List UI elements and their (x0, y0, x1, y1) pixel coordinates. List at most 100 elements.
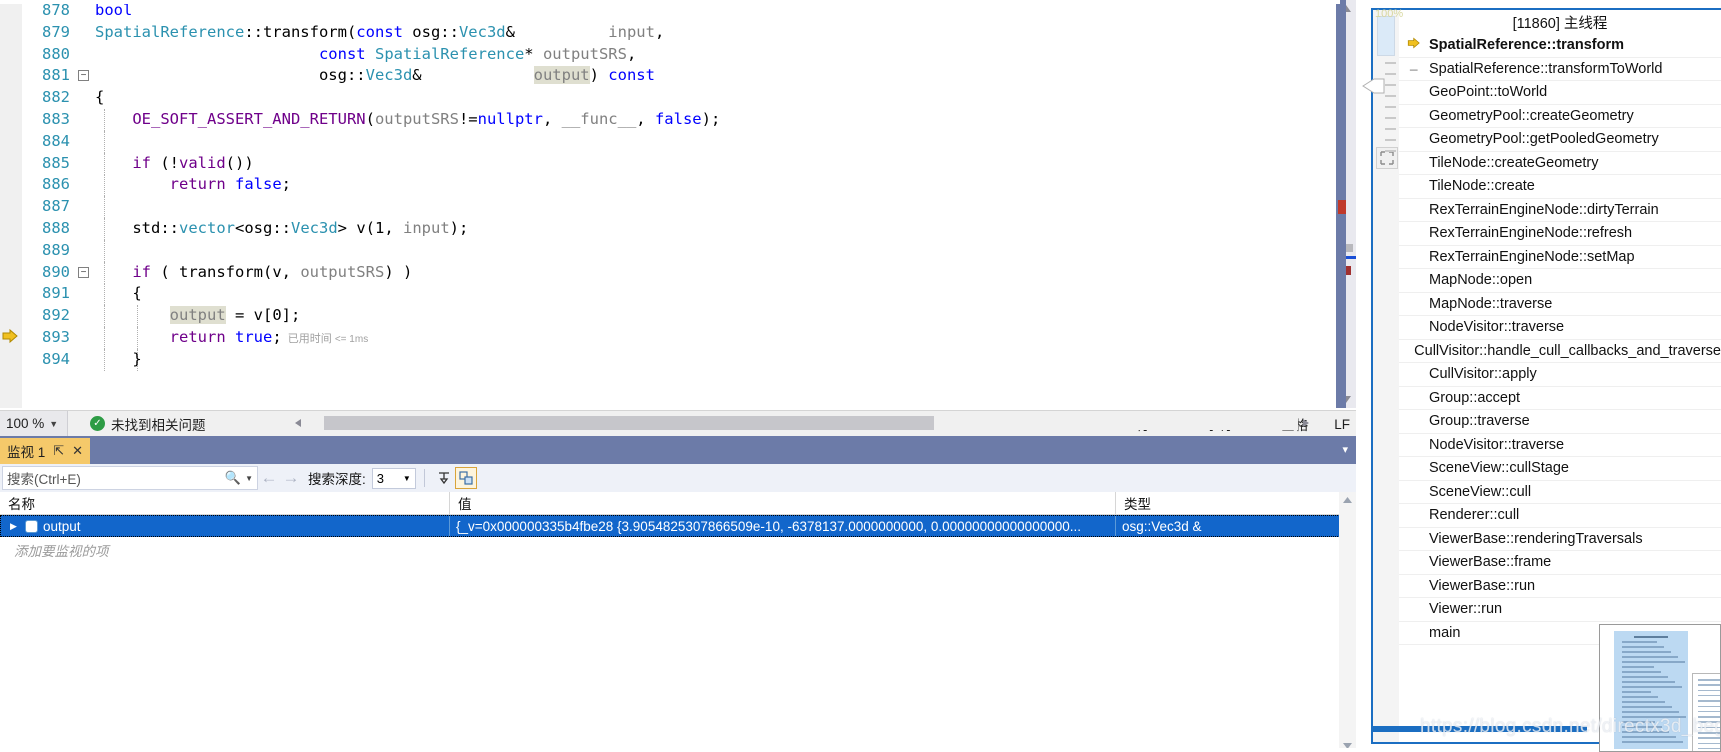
call-stack-frame[interactable]: ViewerBase::frame (1399, 551, 1721, 575)
call-stack-frame-label: MapNode::open (1429, 272, 1533, 289)
close-icon[interactable]: ✕ (72, 443, 83, 459)
column-header-name[interactable]: 名称 (0, 492, 450, 514)
call-stack-frame-label: SceneView::cullStage (1429, 460, 1569, 477)
code-token: , (654, 22, 665, 41)
code-line[interactable]: 882 { (0, 87, 1318, 109)
call-stack-frame[interactable]: NodeVisitor::traverse (1399, 316, 1721, 340)
call-stack-frame[interactable]: CullVisitor::apply (1399, 363, 1721, 387)
preview-text-line (1698, 700, 1720, 702)
chevron-down-icon[interactable]: ▾ (1342, 443, 1348, 456)
call-stack-frame-label: NodeVisitor::traverse (1429, 436, 1565, 453)
call-stack-frame[interactable]: MapNode::open (1399, 269, 1721, 293)
call-stack-frame[interactable]: Group::accept (1399, 387, 1721, 410)
zoom-level-selector[interactable]: 100 % ▼ (0, 411, 68, 436)
code-line[interactable]: 885 if (!valid()) (0, 152, 1318, 175)
add-watch-item-row[interactable]: 添加要监视的项 (0, 537, 1356, 560)
scroll-right-arrow-icon[interactable] (1298, 415, 1314, 431)
call-stack-frame[interactable]: SpatialReference::transformToWorld (1399, 58, 1721, 81)
call-stack-frame[interactable]: RexTerrainEngineNode::setMap (1399, 246, 1721, 269)
code-token: output (169, 306, 226, 325)
call-stack-frame[interactable]: GeometryPool::createGeometry (1399, 105, 1721, 128)
call-stack-frame[interactable]: NodeVisitor::traverse (1399, 434, 1721, 457)
call-stack-frame-label: ViewerBase::renderingTraversals (1429, 530, 1643, 547)
code-line-text: return true; 已用时间 <= 1ms (95, 327, 369, 351)
code-token: ) ) (384, 262, 413, 281)
code-line[interactable]: 894 } (0, 348, 1318, 371)
code-token: ; (281, 175, 292, 194)
rail-tick (1385, 95, 1396, 97)
call-stack-frame[interactable]: Group::traverse (1399, 410, 1721, 434)
code-editor-pane[interactable]: 878 bool 879 SpatialReference::transform(co… (0, 0, 1356, 410)
code-line[interactable]: 891 { (0, 283, 1318, 306)
fold-toggle-icon[interactable]: − (78, 266, 89, 278)
chevron-down-icon[interactable]: ▼ (245, 474, 253, 483)
code-line[interactable]: 881− osg::Vec3d& output) const (0, 65, 1318, 87)
search-depth-select[interactable]: 3 ▼ (371, 467, 416, 489)
call-stack-frame[interactable]: MapNode::traverse (1399, 293, 1721, 316)
code-line[interactable]: 892 output = v[0]; (0, 305, 1318, 328)
column-header-type[interactable]: 类型 (1116, 492, 1334, 514)
call-stack-frame[interactable]: ViewerBase::renderingTraversals (1399, 528, 1721, 551)
code-line[interactable]: 890− if ( transform(v, outputSRS) ) (0, 261, 1318, 284)
problems-status[interactable]: ✓ 未找到相关问题 (90, 414, 206, 434)
column-header-value[interactable]: 值 (450, 492, 1116, 514)
filter-pin-icon[interactable] (433, 467, 455, 489)
rail-thumbnail[interactable] (1377, 16, 1395, 56)
search-previous-button[interactable]: ← (258, 468, 280, 488)
variable-icon (25, 519, 38, 533)
code-line[interactable]: 887 (0, 196, 1318, 219)
call-stack-frame[interactable]: GeoPoint::toWorld (1399, 81, 1721, 105)
line-ending-label[interactable]: LF (1334, 417, 1350, 432)
search-icon[interactable]: 🔍 (225, 470, 241, 486)
call-stack-frame[interactable]: SpatialReference::transform (1399, 34, 1721, 58)
code-line[interactable]: 889 (0, 239, 1318, 262)
code-token: output (533, 66, 590, 85)
code-text-area[interactable]: 878 bool 879 SpatialReference::transform(co… (0, 0, 1318, 408)
code-line[interactable]: 880 const SpatialReference* outputSRS, (0, 44, 1318, 66)
pin-icon[interactable]: ⇱ (53, 443, 64, 459)
watch-row-name-cell[interactable]: ▶ output (0, 515, 450, 537)
call-stack-frame[interactable]: GeometryPool::getPooledGeometry (1399, 128, 1721, 152)
code-line[interactable]: 886 return false; (0, 174, 1318, 197)
call-stack-frame[interactable]: ViewerBase::run (1399, 575, 1721, 598)
scroll-left-arrow-icon[interactable] (290, 415, 306, 431)
table-row[interactable]: ▶ output {_v=0x000000335b4fbe28 {3.90548… (0, 515, 1356, 537)
watch-row-value-cell[interactable]: {_v=0x000000335b4fbe28 {3.90548253078665… (450, 515, 1116, 537)
hscroll-track[interactable] (306, 416, 1298, 430)
tab-watch-1[interactable]: 监视 1 ⇱ ✕ (0, 438, 91, 464)
call-stack-frame[interactable]: SceneView::cull (1399, 481, 1721, 504)
hscroll-thumb[interactable] (324, 416, 934, 430)
call-stack-frame[interactable]: TileNode::createGeometry (1399, 152, 1721, 175)
code-token: nullptr (477, 109, 543, 128)
fold-toggle-icon[interactable]: − (78, 70, 89, 82)
code-token: SpatialReference (95, 22, 245, 41)
call-stack-frame[interactable]: TileNode::create (1399, 175, 1721, 199)
call-stack-frame-label: Group::accept (1429, 389, 1521, 406)
search-input[interactable]: 搜索(Ctrl+E) 🔍 ▼ (2, 466, 258, 490)
code-line[interactable]: 888 std::vector<osg::Vec3d> v(1, input); (0, 217, 1318, 240)
call-stack-frame[interactable]: CullVisitor::handle_cull_callbacks_and_t… (1399, 340, 1721, 363)
watch-vertical-scrollbar[interactable] (1339, 492, 1356, 752)
call-stack-left-rail[interactable]: 100% (1362, 8, 1403, 742)
line-number: 891 (42, 284, 70, 303)
rail-tick (1385, 128, 1396, 130)
search-next-button[interactable]: → (280, 468, 302, 488)
watch-row-name-label: output (43, 518, 81, 534)
code-line[interactable]: 893 return true; 已用时间 <= 1ms (0, 326, 1318, 351)
code-line[interactable]: 884 (0, 130, 1318, 153)
scroll-up-arrow-icon[interactable] (1339, 492, 1356, 508)
code-line[interactable]: 879 SpatialReference::transform(const osg… (0, 22, 1318, 44)
call-stack-frame[interactable]: RexTerrainEngineNode::dirtyTerrain (1399, 199, 1721, 222)
code-line[interactable]: 883 OE_SOFT_ASSERT_AND_RETURN(outputSRS!… (0, 108, 1318, 131)
call-stack-frame[interactable]: SceneView::cullStage (1399, 457, 1721, 481)
chevron-right-icon[interactable]: ▶ (10, 521, 20, 532)
drag-handle-icon[interactable] (1362, 76, 1386, 96)
call-stack-frame[interactable]: Viewer::run (1399, 598, 1721, 622)
call-stack-frame[interactable]: RexTerrainEngineNode::refresh (1399, 222, 1721, 246)
editor-horizontal-scrollbar[interactable] (290, 412, 1314, 434)
hex-display-toggle-icon[interactable] (454, 467, 477, 489)
call-stack-frame[interactable]: Renderer::cull (1399, 504, 1721, 528)
